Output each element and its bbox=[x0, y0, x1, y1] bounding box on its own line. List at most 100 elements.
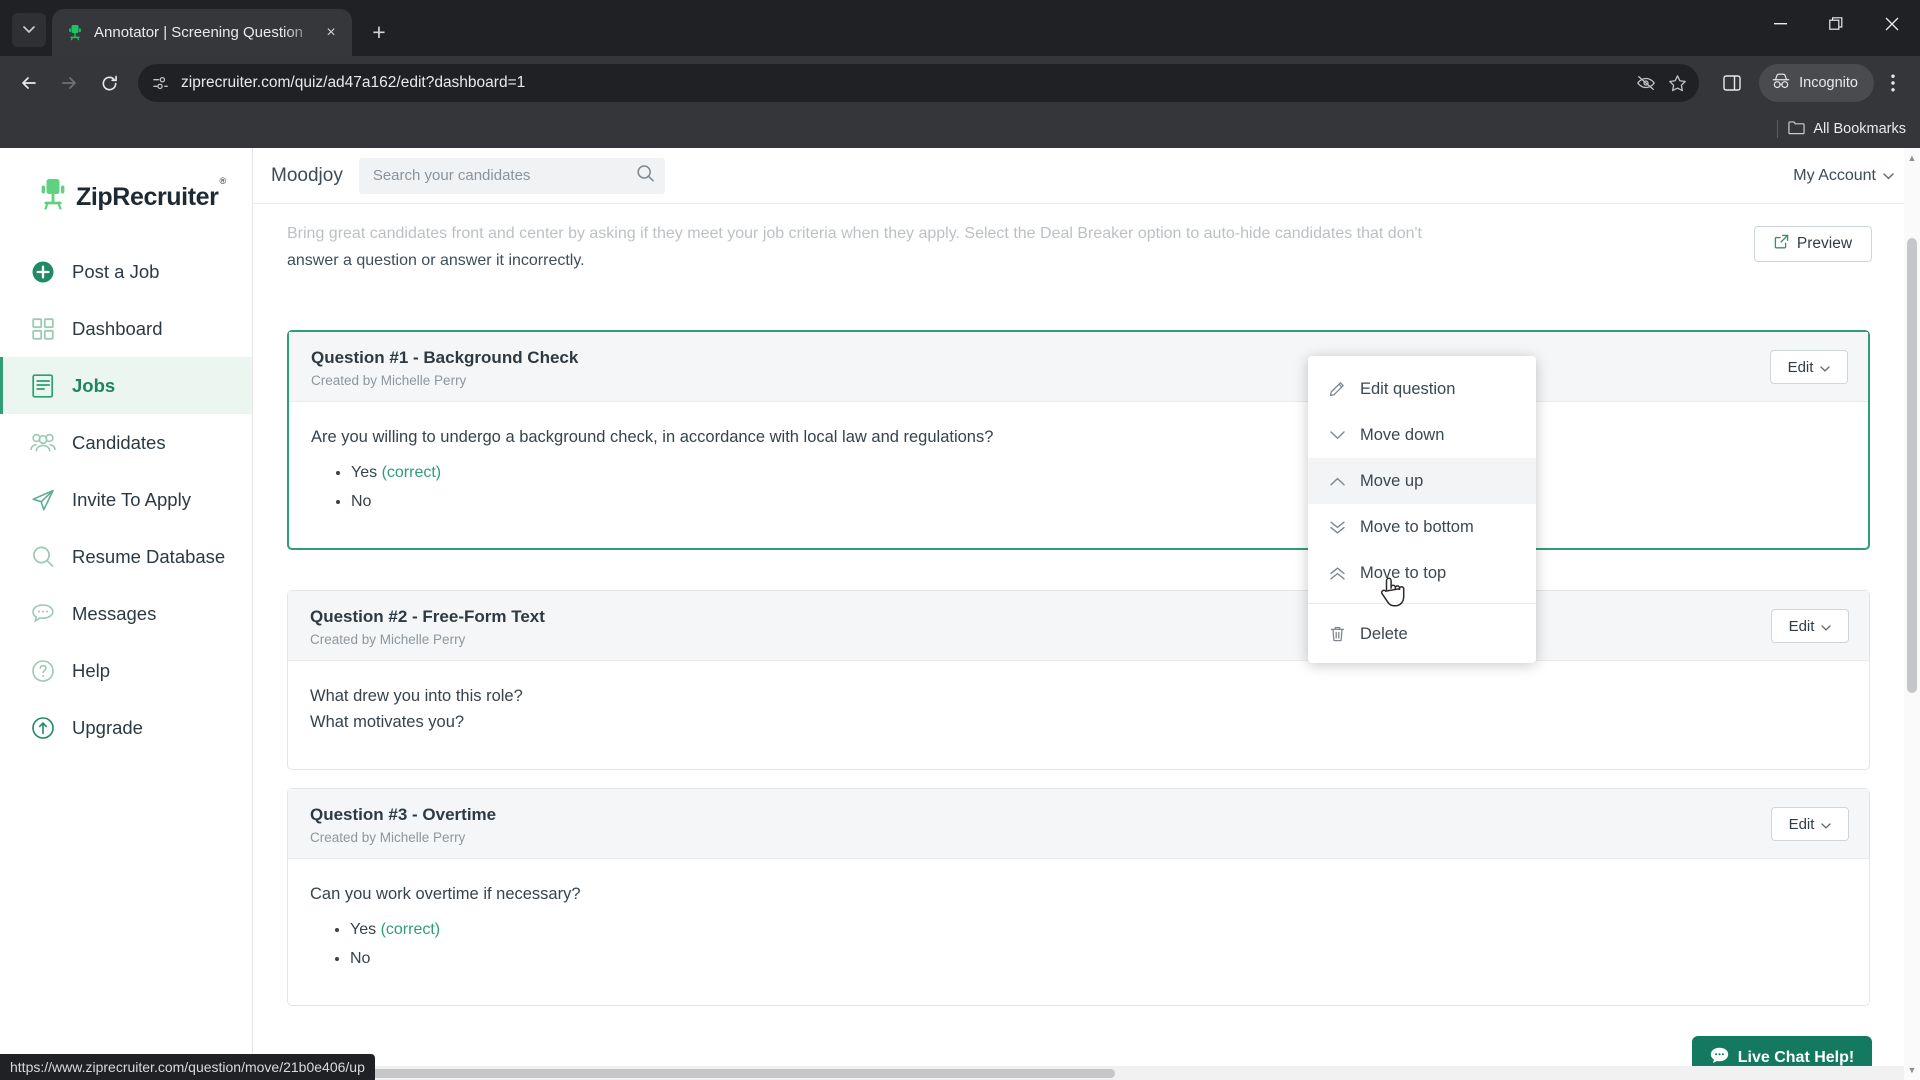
search-input[interactable] bbox=[372, 167, 636, 184]
incognito-indicator[interactable]: Incognito bbox=[1759, 64, 1874, 102]
preview-button[interactable]: Preview bbox=[1754, 226, 1872, 262]
star-icon[interactable] bbox=[1668, 74, 1687, 93]
ziprecruiter-logo[interactable]: ZipRecruiter® bbox=[0, 162, 252, 235]
option-label: No bbox=[351, 493, 372, 510]
question-title: Question #2 - Free-Form Text bbox=[310, 607, 545, 626]
scroll-up-arrow[interactable]: ▲ bbox=[1904, 150, 1920, 166]
menu-item-move-to-bottom[interactable]: Move to bottom bbox=[1308, 504, 1536, 550]
browser-tab[interactable]: Annotator | Screening Question × bbox=[52, 9, 352, 56]
edit-menu-button[interactable]: Edit bbox=[1770, 350, 1848, 384]
question-card[interactable]: Question #1 - Background Check Created b… bbox=[287, 330, 1870, 550]
sidebar-item-label: Jobs bbox=[72, 374, 116, 396]
sidebar-item-invite-to-apply[interactable]: Invite To Apply bbox=[0, 471, 252, 528]
three-dot-menu-icon[interactable] bbox=[1876, 64, 1910, 102]
menu-item-delete[interactable]: Delete bbox=[1308, 611, 1536, 657]
double-chevron-up-icon bbox=[1328, 566, 1346, 580]
browser-toolbar: ziprecruiter.com/quiz/ad47a162/edit?dash… bbox=[0, 56, 1920, 110]
app-header: Moodjoy My Account bbox=[253, 148, 1920, 204]
question-option: Yes (correct) bbox=[351, 464, 1846, 482]
menu-item-move-up[interactable]: Move up bbox=[1308, 458, 1536, 504]
intro-text: Bring great candidates front and center … bbox=[253, 204, 1683, 278]
paper-plane-icon bbox=[30, 487, 56, 513]
company-name: Moodjoy bbox=[271, 164, 343, 186]
tab-strip: Annotator | Screening Question × + bbox=[0, 0, 1920, 56]
question-card-header: Question #2 - Free-Form Text Created by … bbox=[288, 591, 1869, 661]
close-button[interactable] bbox=[1864, 0, 1920, 48]
side-panel-icon[interactable] bbox=[1713, 64, 1751, 102]
question-option: No bbox=[350, 950, 1847, 968]
chat-bubble-icon bbox=[30, 601, 56, 627]
search-icon[interactable] bbox=[636, 164, 655, 188]
question-card[interactable]: Question #2 - Free-Form Text Created by … bbox=[287, 590, 1870, 770]
sidebar-item-label: Invite To Apply bbox=[72, 488, 191, 510]
trash-icon bbox=[1328, 626, 1346, 642]
tab-search-button[interactable] bbox=[12, 13, 46, 47]
option-label: Yes bbox=[351, 464, 378, 481]
people-icon bbox=[30, 430, 56, 456]
ziprecruiter-chair-logo-icon bbox=[38, 178, 68, 217]
chevron-down-icon bbox=[1883, 167, 1894, 185]
maximize-button[interactable] bbox=[1808, 0, 1864, 48]
forward-button[interactable] bbox=[50, 64, 88, 102]
chevron-down-icon bbox=[1328, 430, 1346, 440]
sidebar-item-messages[interactable]: Messages bbox=[0, 585, 252, 642]
sidebar-item-jobs[interactable]: Jobs bbox=[0, 357, 252, 414]
address-bar[interactable]: ziprecruiter.com/quiz/ad47a162/edit?dash… bbox=[138, 64, 1700, 102]
incognito-label: Incognito bbox=[1799, 75, 1858, 91]
question-text: Can you work overtime if necessary? bbox=[310, 885, 581, 903]
option-label: No bbox=[350, 950, 371, 967]
sidebar-item-resume-database[interactable]: Resume Database bbox=[0, 528, 252, 585]
question-options: Yes (correct) No bbox=[351, 464, 1846, 511]
menu-item-move-down[interactable]: Move down bbox=[1308, 412, 1536, 458]
question-card-body: Can you work overtime if necessary? Yes … bbox=[288, 859, 1869, 1005]
new-tab-button[interactable]: + bbox=[362, 15, 396, 49]
menu-item-edit-question[interactable]: Edit question bbox=[1308, 366, 1536, 412]
magnifier-icon bbox=[30, 544, 56, 570]
tab-close-icon[interactable]: × bbox=[320, 22, 342, 44]
page-info-icon[interactable] bbox=[152, 75, 169, 92]
reload-button[interactable] bbox=[90, 64, 128, 102]
sidebar-item-candidates[interactable]: Candidates bbox=[0, 414, 252, 471]
chevron-down-icon bbox=[1821, 618, 1832, 635]
edit-menu-button[interactable]: Edit bbox=[1771, 807, 1849, 841]
page-viewport: ZipRecruiter® Post a Job Dashboard Jobs … bbox=[0, 148, 1920, 1080]
candidate-search[interactable] bbox=[358, 157, 665, 194]
all-bookmarks-label: All Bookmarks bbox=[1813, 121, 1906, 137]
edit-label: Edit bbox=[1787, 358, 1814, 376]
page-scrollbar-vertical[interactable]: ▲ ▼ bbox=[1904, 148, 1920, 1080]
question-title: Question #3 - Overtime bbox=[310, 805, 497, 824]
menu-item-move-to-top[interactable]: Move to top bbox=[1308, 550, 1536, 596]
edit-menu-button[interactable]: Edit bbox=[1771, 609, 1849, 643]
eye-crossed-icon[interactable] bbox=[1636, 74, 1656, 92]
question-title: Question #1 - Background Check bbox=[311, 348, 579, 367]
question-option: Yes (correct) bbox=[350, 921, 1847, 939]
up-arrow-circle-icon bbox=[30, 715, 56, 741]
sidebar-item-post-a-job[interactable]: Post a Job bbox=[0, 243, 252, 300]
option-correct-note: (correct) bbox=[380, 921, 441, 938]
logo-text: ZipRecruiter® bbox=[76, 175, 226, 211]
scroll-down-arrow[interactable]: ▼ bbox=[1904, 1062, 1920, 1078]
my-account-menu[interactable]: My Account bbox=[1793, 167, 1894, 185]
sidebar-item-dashboard[interactable]: Dashboard bbox=[0, 300, 252, 357]
sidebar-item-upgrade[interactable]: Upgrade bbox=[0, 699, 252, 756]
question-actions-dropdown[interactable]: Edit question Move down Move up Move to … bbox=[1308, 356, 1536, 663]
plus-circle-icon bbox=[30, 259, 56, 285]
scrollbar-thumb[interactable] bbox=[1907, 238, 1917, 693]
back-button[interactable] bbox=[10, 64, 48, 102]
all-bookmarks-button[interactable]: All Bookmarks bbox=[1788, 120, 1906, 139]
edit-label: Edit bbox=[1788, 815, 1815, 833]
chevron-up-icon bbox=[1328, 477, 1346, 486]
question-options: Yes (correct) No bbox=[350, 921, 1847, 968]
option-correct-note: (correct) bbox=[381, 464, 442, 481]
sidebar-item-label: Messages bbox=[72, 602, 157, 624]
sidebar-item-help[interactable]: Help bbox=[0, 642, 252, 699]
main-content: Moodjoy My Account bbox=[253, 148, 1920, 1080]
question-card[interactable]: Question #3 - Overtime Created by Michel… bbox=[287, 788, 1870, 1006]
sidebar-item-label: Help bbox=[72, 659, 111, 681]
question-text: What drew you into this role? bbox=[310, 687, 523, 705]
question-text: Are you willing to undergo a background … bbox=[311, 428, 994, 446]
my-account-label: My Account bbox=[1793, 166, 1876, 184]
minimize-button[interactable] bbox=[1752, 0, 1808, 48]
menu-item-label: Move up bbox=[1360, 471, 1424, 490]
question-card-header: Question #3 - Overtime Created by Michel… bbox=[288, 789, 1869, 859]
